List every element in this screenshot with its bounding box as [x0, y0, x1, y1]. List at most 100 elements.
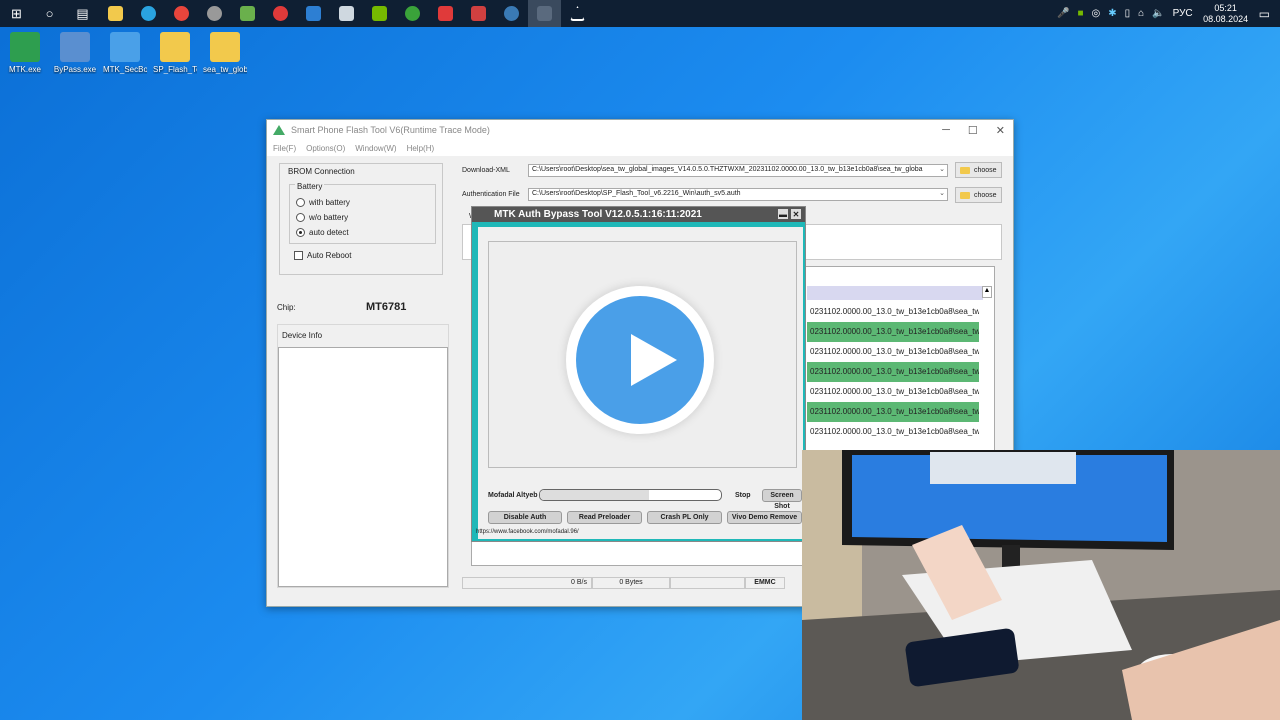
active-app-icon-glyph [537, 6, 552, 21]
folder-icon [960, 166, 970, 174]
bluetooth-icon[interactable]: ✱ [1108, 8, 1116, 19]
table-header [807, 286, 983, 300]
xbox-icon-glyph [405, 6, 420, 21]
microphone-icon[interactable]: 🎤 [1057, 8, 1069, 19]
facebook-link[interactable]: https://www.facebook.com/mofadal.96/ [476, 529, 579, 535]
status-storage: EMMC [745, 577, 785, 589]
nvidia-icon-glyph [372, 6, 387, 21]
media-app-icon-glyph [438, 6, 453, 21]
settings-app-icon[interactable] [198, 0, 231, 27]
auto-detect-radio[interactable]: auto detect [296, 228, 349, 237]
status-speed: 0 B/s [462, 577, 592, 589]
download-xml-field[interactable]: C:\Users\root\Desktop\sea_tw_global_imag… [528, 164, 948, 177]
stop-label[interactable]: Stop [735, 492, 751, 499]
folder-icon [960, 191, 970, 199]
play-triangle [631, 334, 677, 386]
desktop-icon[interactable]: ByPass.exe [53, 32, 97, 74]
radio-icon [296, 198, 305, 207]
telegram-icon-glyph [141, 6, 156, 21]
choose-auth-button[interactable]: choose [955, 187, 1002, 203]
language-indicator[interactable]: РУС [1173, 8, 1193, 19]
download-xml-label: Download-XML [462, 167, 510, 174]
auth-file-label: Authentication File [462, 191, 520, 198]
opera-icon[interactable] [264, 0, 297, 27]
crash-pl-only-button[interactable]: Crash PL Only [647, 511, 722, 524]
author-label: Mofadal Altyeb [488, 492, 538, 499]
menu-window[interactable]: Window(W) [355, 144, 396, 153]
file-explorer-icon[interactable] [99, 0, 132, 27]
wo-battery-radio[interactable]: w/o battery [296, 213, 348, 222]
brom-connection-label: BROM Connection [288, 167, 355, 176]
desktop-icon-label: SP_Flash_To... [153, 65, 197, 74]
nvidia-tray-icon[interactable]: ■ [1077, 8, 1083, 19]
vivo-demo-remove-button[interactable]: Vivo Demo Remove [727, 511, 802, 524]
xbox-icon[interactable] [396, 0, 429, 27]
disable-auth-button[interactable]: Disable Auth [488, 511, 562, 524]
menu-options[interactable]: Options(O) [306, 144, 345, 153]
active-app-icon[interactable] [528, 0, 561, 27]
windows-start-icon[interactable]: ⊞ [0, 0, 33, 27]
minimize-icon[interactable]: ▬ [778, 209, 788, 219]
device-info-label: Device Info [282, 331, 323, 340]
play-icon[interactable] [566, 286, 714, 434]
chrome-icon[interactable] [165, 0, 198, 27]
mtk-title-bar[interactable]: MTK Auth Bypass Tool V12.0.5.1:16:11:202… [472, 207, 805, 222]
steam-icon[interactable] [330, 0, 363, 27]
auth-file-field[interactable]: C:\Users\root\Desktop\SP_Flash_Tool_v6.2… [528, 188, 948, 201]
search-icon[interactable]: ○ [33, 0, 66, 27]
desktop-icon-label: MTK.exe [8, 65, 41, 74]
desktop-icon[interactable]: MTK.exe [3, 32, 47, 74]
table-row[interactable]: 0231102.0000.00_13.0_tw_b13e1cb0a8\sea_t… [807, 342, 979, 362]
with-battery-radio[interactable]: with battery [296, 198, 350, 207]
battery-label: Battery [295, 182, 325, 191]
clock-date: 08.08.2024 [1203, 13, 1249, 24]
desktop-icon[interactable]: MTK_SecBo... [103, 32, 147, 74]
dropdown-arrow-icon[interactable]: ⌄ [939, 189, 945, 197]
window-title: Smart Phone Flash Tool V6(Runtime Trace … [291, 125, 490, 135]
desktop-icon-label: ByPass.exe [53, 65, 97, 74]
menu-file[interactable]: File(F) [273, 144, 296, 153]
telegram-icon[interactable] [132, 0, 165, 27]
network-icon[interactable]: ⌂ [1138, 8, 1144, 19]
record-app-icon[interactable] [462, 0, 495, 27]
nvidia-icon[interactable] [363, 0, 396, 27]
notepad-icon[interactable] [231, 0, 264, 27]
menu-bar: File(F) Options(O) Window(W) Help(H) [267, 140, 1013, 156]
desktop-icon[interactable]: SP_Flash_To... [153, 32, 197, 74]
flash-tool-taskbar-icon[interactable] [561, 0, 594, 27]
table-row[interactable]: 0231102.0000.00_13.0_tw_b13e1cb0a8\sea_t… [807, 302, 979, 322]
app-tray-icon[interactable]: ◎ [1091, 8, 1100, 19]
close-icon[interactable]: ✕ [996, 124, 1005, 137]
desktop-icon[interactable]: sea_tw_glob... [203, 32, 247, 74]
auto-reboot-checkbox[interactable]: Auto Reboot [294, 251, 351, 260]
dropdown-arrow-icon[interactable]: ⌄ [939, 165, 945, 173]
table-row[interactable]: 0231102.0000.00_13.0_tw_b13e1cb0a8\sea_t… [807, 322, 979, 342]
clock[interactable]: 05:21 08.08.2024 [1203, 3, 1249, 25]
table-row[interactable]: 0231102.0000.00_13.0_tw_b13e1cb0a8\sea_t… [807, 422, 979, 442]
maximize-icon[interactable]: ☐ [968, 124, 978, 137]
media-app-icon[interactable] [429, 0, 462, 27]
choose-xml-button[interactable]: choose [955, 162, 1002, 178]
tool-app-icon[interactable] [495, 0, 528, 27]
checkbox-icon [294, 251, 303, 260]
lt-app-icon[interactable] [297, 0, 330, 27]
scroll-up-icon[interactable]: ▲ [982, 286, 992, 298]
table-row[interactable]: 0231102.0000.00_13.0_tw_b13e1cb0a8\sea_t… [807, 382, 979, 402]
volume-icon[interactable]: 🔈 [1152, 8, 1164, 19]
settings-app-icon-glyph [207, 6, 222, 21]
title-bar[interactable]: Smart Phone Flash Tool V6(Runtime Trace … [267, 120, 1013, 140]
menu-help[interactable]: Help(H) [407, 144, 435, 153]
table-row[interactable]: 0231102.0000.00_13.0_tw_b13e1cb0a8\sea_t… [807, 362, 979, 382]
read-preloader-button[interactable]: Read Preloader [567, 511, 642, 524]
battery-icon[interactable]: ▯ [1125, 8, 1131, 19]
clock-time: 05:21 [1214, 2, 1237, 13]
table-row[interactable]: 0231102.0000.00_13.0_tw_b13e1cb0a8\sea_t… [807, 402, 979, 422]
play-disc [576, 296, 704, 424]
minimize-icon[interactable]: ─ [942, 124, 950, 137]
task-view-icon[interactable]: ▤ [66, 0, 99, 27]
notification-icon[interactable]: ▭ [1259, 7, 1270, 21]
screen-shot-button[interactable]: Screen Shot [762, 489, 802, 510]
opera-icon-glyph [273, 6, 288, 21]
close-icon[interactable]: ✕ [791, 209, 801, 219]
flash-tool-taskbar-icon-glyph [570, 6, 585, 21]
